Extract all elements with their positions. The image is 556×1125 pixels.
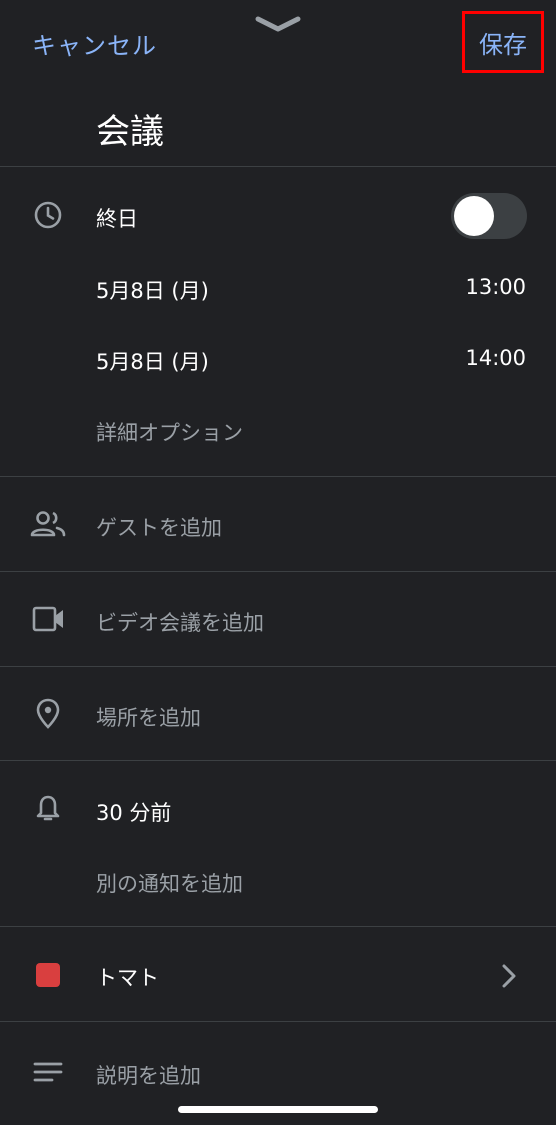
chevron-down-icon[interactable] <box>254 14 302 34</box>
add-description-label: 説明を追加 <box>96 1064 201 1088</box>
divider <box>0 571 556 572</box>
clock-icon <box>33 200 63 234</box>
start-date[interactable]: 5月8日 (月) <box>96 275 209 305</box>
all-day-label: 終日 <box>96 207 138 231</box>
home-indicator <box>178 1106 378 1113</box>
add-guests-label: ゲストを追加 <box>96 516 222 540</box>
color-square-icon <box>36 963 60 987</box>
calendar-color-label: トマト <box>96 966 159 990</box>
notes-lines-icon <box>33 1060 63 1090</box>
location-pin-icon <box>35 698 61 734</box>
event-edit-screen: キャンセル 保存 会議 終日 5月8日 (月) 13:00 5月8日 (月) 1… <box>0 0 556 1125</box>
divider <box>0 476 556 477</box>
chevron-right-icon <box>500 962 518 994</box>
people-icon <box>30 510 66 542</box>
top-bar: キャンセル 保存 <box>0 0 556 90</box>
divider <box>0 926 556 927</box>
notification-item[interactable]: 30 分前 <box>96 797 171 827</box>
save-button[interactable]: 保存 <box>462 11 544 73</box>
divider <box>0 760 556 761</box>
save-button-label: 保存 <box>479 30 527 59</box>
end-time[interactable]: 14:00 <box>465 346 526 370</box>
all-day-toggle[interactable] <box>451 193 527 239</box>
divider <box>0 666 556 667</box>
event-title-input[interactable]: 会議 <box>96 104 164 153</box>
video-camera-icon <box>32 605 66 637</box>
divider <box>0 1021 556 1022</box>
bell-icon <box>35 794 61 828</box>
start-time[interactable]: 13:00 <box>465 275 526 299</box>
divider <box>0 166 556 167</box>
add-video-label: ビデオ会議を追加 <box>96 611 264 635</box>
more-options-link[interactable]: 詳細オプション <box>96 417 243 447</box>
toggle-knob <box>454 196 494 236</box>
add-location-label: 場所を追加 <box>96 706 201 730</box>
cancel-button[interactable]: キャンセル <box>32 26 157 61</box>
end-date[interactable]: 5月8日 (月) <box>96 346 209 376</box>
add-notification-link[interactable]: 別の通知を追加 <box>96 868 243 898</box>
